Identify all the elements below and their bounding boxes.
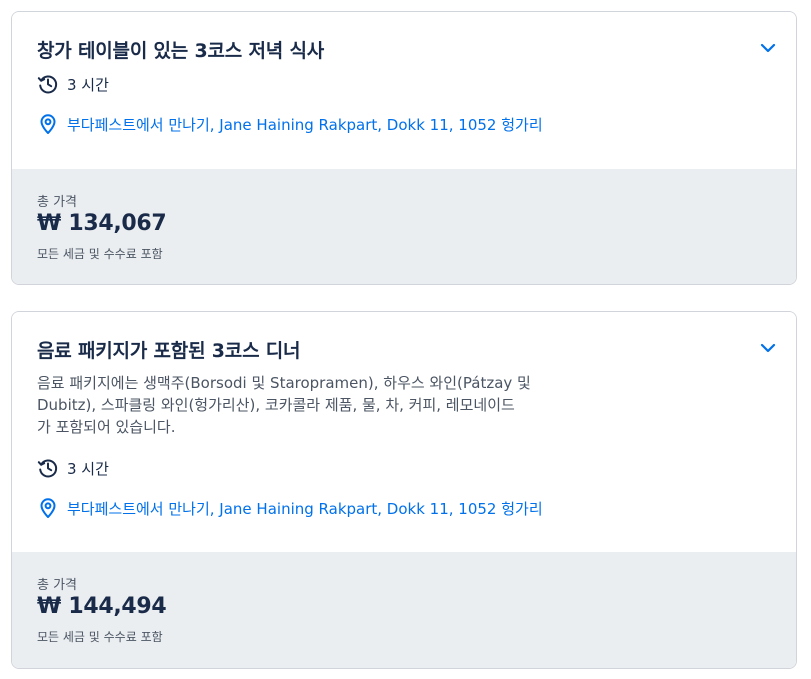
duration-text: 3 시간 bbox=[67, 75, 109, 94]
description-line: 가 포함되어 있습니다. bbox=[37, 418, 176, 436]
option-description: 음료 패키지에는 생맥주(Borsodi 및 Staropramen), 하우스… bbox=[37, 372, 567, 438]
price-note: 모든 세금 및 수수료 포함 bbox=[37, 630, 163, 644]
duration-text: 3 시간 bbox=[67, 459, 109, 478]
price-value: ₩ 144,494 bbox=[37, 594, 167, 619]
option-header[interactable]: 창가 테이블이 있는 3코스 저녁 식사 3 시간 부다페스트에서 만나기, J… bbox=[12, 12, 796, 169]
location-row[interactable]: 부다페스트에서 만나기, Jane Haining Rakpart, Dokk … bbox=[37, 111, 543, 137]
description-line: Dubitz), 스파클링 와인(헝가리산), 코카콜라 제품, 물, 차, 커… bbox=[37, 396, 515, 414]
clock-history-icon bbox=[37, 457, 59, 479]
price-panel: 총 가격 ₩ 144,494 모든 세금 및 수수료 포함 bbox=[12, 552, 796, 668]
clock-history-icon bbox=[37, 73, 59, 95]
description-line: 음료 패키지에는 생맥주(Borsodi 및 Staropramen), 하우스… bbox=[37, 374, 531, 392]
meeting-point-link[interactable]: 부다페스트에서 만나기, Jane Haining Rakpart, Dokk … bbox=[67, 114, 543, 135]
meeting-point-link[interactable]: 부다페스트에서 만나기, Jane Haining Rakpart, Dokk … bbox=[67, 498, 543, 519]
price-panel: 총 가격 ₩ 134,067 모든 세금 및 수수료 포함 bbox=[12, 169, 796, 284]
price-label: 총 가격 bbox=[37, 195, 78, 210]
option-card: 창가 테이블이 있는 3코스 저녁 식사 3 시간 부다페스트에서 만나기, J… bbox=[11, 11, 797, 285]
map-pin-icon bbox=[37, 113, 59, 135]
price-value: ₩ 134,067 bbox=[37, 211, 167, 236]
price-note: 모든 세금 및 수수료 포함 bbox=[37, 247, 163, 261]
option-title: 음료 패키지가 포함된 3코스 디너 bbox=[37, 340, 301, 362]
option-card: 음료 패키지가 포함된 3코스 디너 음료 패키지에는 생맥주(Borsodi … bbox=[11, 311, 797, 669]
duration-row: 3 시간 bbox=[37, 455, 109, 481]
duration-row: 3 시간 bbox=[37, 71, 109, 97]
chevron-down-icon[interactable] bbox=[758, 38, 778, 58]
option-header[interactable]: 음료 패키지가 포함된 3코스 디너 음료 패키지에는 생맥주(Borsodi … bbox=[12, 312, 796, 552]
map-pin-icon bbox=[37, 497, 59, 519]
location-row[interactable]: 부다페스트에서 만나기, Jane Haining Rakpart, Dokk … bbox=[37, 495, 543, 521]
chevron-down-icon[interactable] bbox=[758, 338, 778, 358]
option-title: 창가 테이블이 있는 3코스 저녁 식사 bbox=[37, 40, 325, 62]
price-label: 총 가격 bbox=[37, 578, 78, 593]
